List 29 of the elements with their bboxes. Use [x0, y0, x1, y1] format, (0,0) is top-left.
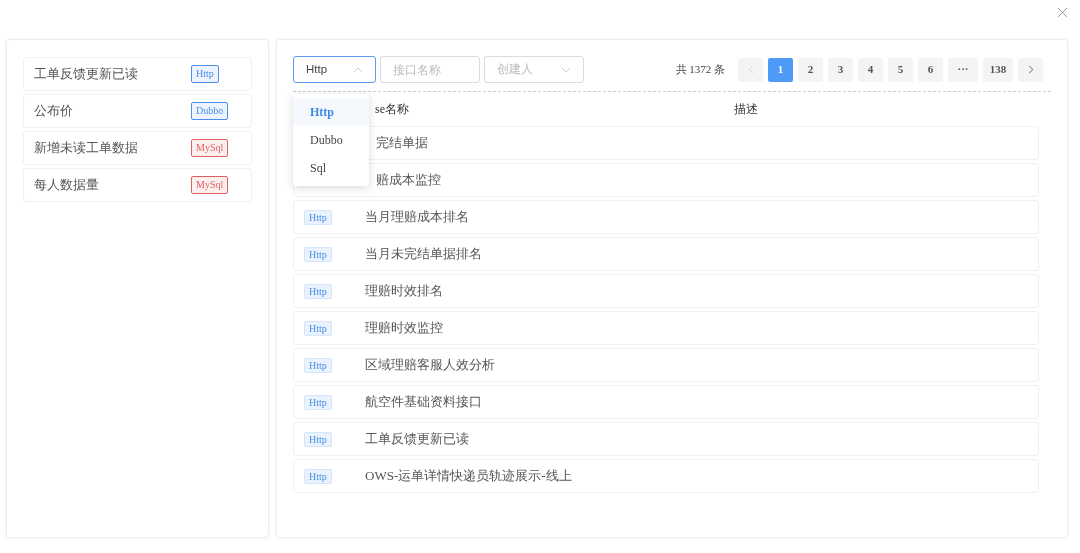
type-tag: Http — [304, 358, 332, 374]
item-name: 新增未读工单数据 — [34, 139, 139, 158]
type-tag: Http — [191, 65, 219, 83]
type-tag: Http — [304, 284, 332, 300]
item-name: 工单反馈更新已读 — [34, 65, 139, 84]
column-header: 描述 — [734, 101, 758, 118]
type-tag: Http — [304, 469, 332, 485]
interface-name: 赔成本监控 — [376, 172, 441, 188]
interface-name: OWS-运单详情快递员轨迹展示-线上 — [365, 468, 572, 484]
interface-name: 理赔时效排名 — [365, 283, 443, 299]
type-tag: MySql — [191, 139, 229, 157]
type-tag: Http — [304, 210, 332, 226]
interface-name: 理赔时效监控 — [365, 320, 443, 336]
interface-name: 航空件基础资料接口 — [365, 394, 482, 410]
type-tag: MySql — [191, 176, 229, 194]
type-tag: Http — [304, 432, 332, 448]
column-header: se名称 — [375, 102, 409, 116]
interface-name: 当月未完结单据排名 — [365, 246, 482, 262]
item-name: 每人数据量 — [34, 176, 100, 195]
interface-name: 区域理赔客服人效分析 — [365, 357, 495, 373]
interface-name: 完结单据 — [376, 135, 428, 151]
total-count: 共 1372 条 — [675, 62, 725, 78]
type-tag: Http — [304, 247, 332, 263]
interface-name: 当月理赔成本排名 — [365, 209, 469, 225]
interface-name: 工单反馈更新已读 — [365, 431, 469, 447]
type-tag: Dubbo — [191, 102, 229, 120]
type-tag: Http — [304, 395, 332, 411]
item-name: 公布价 — [34, 102, 74, 121]
type-tag: Http — [304, 321, 332, 337]
